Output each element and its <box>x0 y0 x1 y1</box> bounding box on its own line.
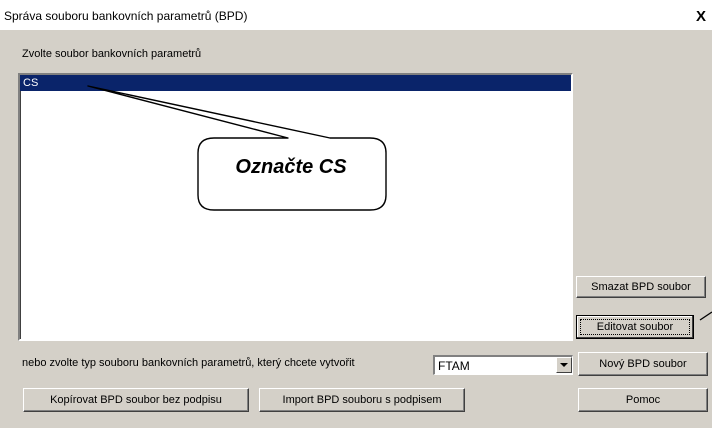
dropdown-arrow-button[interactable] <box>556 357 572 373</box>
copy-bpd-without-signature-button[interactable]: Kopírovat BPD soubor bez podpisu <box>23 388 249 412</box>
bpd-management-dialog: Správa souboru bankovních parametrů (BPD… <box>0 0 712 428</box>
edit-file-button[interactable]: Editovat soubor <box>576 315 694 339</box>
file-type-select[interactable]: FTAM <box>433 355 573 375</box>
window-title: Správa souboru bankovních parametrů (BPD… <box>4 9 248 23</box>
close-button[interactable]: X <box>693 9 709 25</box>
callout-text: Označte CS <box>235 156 347 178</box>
bpd-file-list[interactable]: CS <box>18 73 573 341</box>
import-bpd-with-signature-button[interactable]: Import BPD souboru s podpisem <box>259 388 465 412</box>
list-item[interactable]: CS <box>20 75 571 91</box>
file-type-label: nebo zvolte typ souboru bankovních param… <box>22 357 355 369</box>
file-list-label: Zvolte soubor bankovních parametrů <box>22 48 202 60</box>
chevron-down-icon <box>560 363 568 367</box>
file-type-value: FTAM <box>438 359 470 373</box>
help-button[interactable]: Pomoc <box>578 388 708 412</box>
delete-bpd-file-button[interactable]: Smazat BPD soubor <box>576 276 706 298</box>
focus-rectangle <box>580 319 690 335</box>
title-bar[interactable]: Správa souboru bankovních parametrů (BPD… <box>0 0 712 30</box>
new-bpd-file-button[interactable]: Nový BPD soubor <box>578 352 708 376</box>
